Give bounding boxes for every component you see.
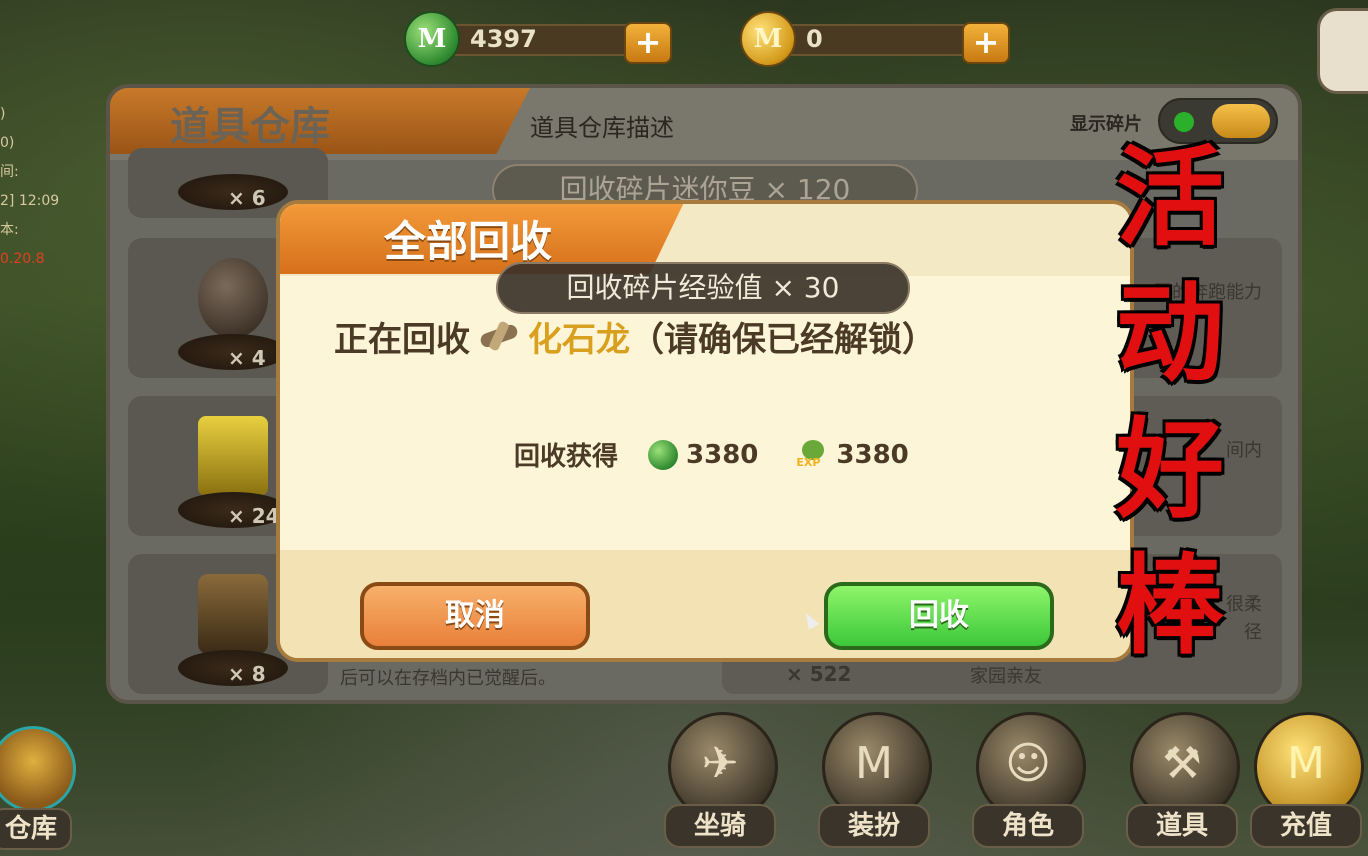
nav-glyph: ✈ bbox=[701, 738, 739, 789]
nav-label: 角色 bbox=[972, 804, 1084, 848]
nav-glyph: ☺ bbox=[1005, 738, 1051, 789]
overlay-char: 活 bbox=[1115, 135, 1224, 261]
exp-tag: EXP bbox=[796, 455, 821, 469]
debug-info: ) 0) 间: 2] 12:09 本: 0.20.8 bbox=[0, 100, 59, 274]
green-gem-icon bbox=[648, 439, 679, 470]
item-name: 化石龙 bbox=[528, 320, 630, 360]
nav-label: 充值 bbox=[1250, 804, 1362, 848]
nav-outfit[interactable]: M 装扮 bbox=[812, 712, 932, 852]
gem-currency: M 4397 + bbox=[404, 11, 672, 67]
overlay-char: 好 bbox=[1115, 407, 1224, 533]
cancel-button[interactable]: 取消 bbox=[360, 582, 590, 650]
dialog-title: 全部回收 bbox=[384, 217, 553, 266]
nav-glyph: M bbox=[855, 738, 893, 789]
item-detail-text: 家园亲友 bbox=[970, 666, 1042, 687]
recycling-status: 正在回收 化石龙 （请确保已经解锁） bbox=[334, 312, 936, 361]
nav-items[interactable]: ⚒ 道具 bbox=[1120, 712, 1240, 852]
debug-line: 本: bbox=[0, 222, 19, 238]
coin-value: 0 bbox=[806, 25, 823, 53]
warehouse-description: 道具仓库描述 bbox=[530, 114, 674, 142]
nav-label: 仓库 bbox=[0, 808, 72, 850]
nav-label: 道具 bbox=[1126, 804, 1238, 848]
reward-gems-value: 3380 bbox=[686, 439, 759, 470]
overlay-caption: 活 动 好 棒 bbox=[1110, 130, 1230, 674]
item-quantity: × 24 bbox=[228, 504, 280, 528]
nav-character[interactable]: ☺ 角色 bbox=[966, 712, 1086, 852]
reward-summary: 回收获得 3380 EXP 3380 bbox=[514, 436, 909, 473]
add-gems-button[interactable]: + bbox=[624, 22, 672, 64]
version-text: 0.20.8 bbox=[0, 251, 45, 267]
recycling-suffix: （请确保已经解锁） bbox=[630, 320, 936, 360]
item-quantity: × 8 bbox=[228, 662, 266, 686]
top-right-menu-button[interactable] bbox=[1317, 8, 1368, 94]
toast-message: 回收碎片经验值 × 30 bbox=[496, 262, 910, 314]
overlay-char: 动 bbox=[1115, 271, 1224, 397]
nav-mount[interactable]: ✈ 坐骑 bbox=[658, 712, 778, 852]
item-quantity: × 522 bbox=[786, 662, 852, 686]
lantern-icon bbox=[198, 416, 268, 496]
exp-icon: EXP bbox=[796, 439, 830, 470]
recycle-button[interactable]: 回收 bbox=[824, 582, 1054, 650]
reward-label: 回收获得 bbox=[514, 442, 619, 472]
debug-line: ) bbox=[0, 106, 6, 122]
nav-label: 装扮 bbox=[818, 804, 930, 848]
nav-glyph: M bbox=[1287, 738, 1325, 789]
gold-m-coin-icon: M bbox=[740, 11, 796, 67]
overlay-char: 棒 bbox=[1115, 543, 1224, 669]
item-quantity: × 4 bbox=[228, 346, 266, 370]
green-m-coin-icon: M bbox=[404, 11, 460, 67]
recycling-prefix: 正在回收 bbox=[334, 320, 470, 360]
item-detail-text: 后可以在存档内已觉醒后。 bbox=[340, 668, 556, 689]
debug-line: 间: bbox=[0, 164, 19, 180]
nav-glyph: ⚒ bbox=[1162, 738, 1202, 789]
item-detail-text: 很柔 bbox=[1226, 594, 1262, 615]
item-detail-text: 间内 bbox=[1226, 440, 1262, 461]
egg-icon bbox=[198, 258, 268, 338]
debug-line: 2] 12:09 bbox=[0, 193, 60, 209]
nav-label: 坐骑 bbox=[664, 804, 776, 848]
debug-line: 0) bbox=[0, 135, 15, 151]
toggle-indicator bbox=[1174, 112, 1194, 132]
treasure-chest-icon bbox=[0, 726, 76, 812]
item-quantity: × 6 bbox=[228, 186, 266, 210]
warehouse-title: 道具仓库 bbox=[170, 104, 330, 150]
candelabra-icon bbox=[198, 574, 268, 654]
item-detail-text: 径 bbox=[1244, 622, 1262, 643]
reward-exp-value: 3380 bbox=[836, 439, 909, 470]
nav-warehouse[interactable]: 仓库 bbox=[0, 712, 90, 852]
nav-recharge[interactable]: M 充值 bbox=[1244, 712, 1368, 852]
add-coins-button[interactable]: + bbox=[962, 22, 1010, 64]
fossil-dragon-icon bbox=[476, 317, 522, 357]
coin-currency: M 0 + bbox=[740, 11, 1010, 67]
gem-value: 4397 bbox=[470, 25, 537, 53]
